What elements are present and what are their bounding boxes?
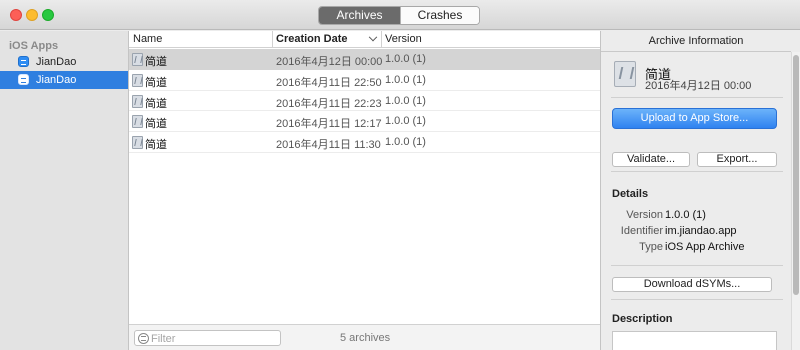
- column-header-creation-date[interactable]: Creation Date: [276, 33, 348, 45]
- archive-count: 5 archives: [340, 332, 391, 344]
- inspector-header: Archive Information: [601, 31, 791, 52]
- archive-version: 1.0.0 (1): [385, 73, 426, 86]
- view-segmented-control: Archives Crashes: [318, 6, 480, 25]
- archive-icon: [132, 136, 143, 150]
- sidebar-item-jiandao-selected[interactable]: JianDao: [0, 71, 128, 89]
- archive-inspector: Archive Information 简道 2016年4月12日 00:00 …: [600, 31, 800, 350]
- archive-icon: [132, 94, 143, 108]
- version-label: Version: [626, 209, 663, 221]
- tab-archives[interactable]: Archives: [319, 7, 400, 24]
- archive-date: 2016年4月11日 12:17: [276, 118, 382, 131]
- description-textarea[interactable]: [612, 331, 777, 350]
- divider: [611, 171, 783, 172]
- archive-icon: [614, 61, 636, 87]
- table-row[interactable]: 简道 2016年4月12日 00:00 1.0.0 (1): [129, 49, 600, 70]
- column-header-name[interactable]: Name: [133, 33, 162, 45]
- description-heading: Description: [612, 313, 673, 325]
- app-icon: [18, 74, 29, 85]
- column-header-version[interactable]: Version: [385, 33, 422, 45]
- table-row[interactable]: 简道 2016年4月11日 22:50 1.0.0 (1): [129, 70, 600, 91]
- sidebar-item-jiandao[interactable]: JianDao: [0, 53, 128, 71]
- archive-date: 2016年4月12日 00:00: [276, 56, 383, 68]
- column-divider[interactable]: [381, 31, 382, 48]
- details-heading: Details: [612, 188, 649, 200]
- filter-icon: [138, 333, 149, 344]
- divider: [611, 265, 783, 266]
- archives-table: Name Creation Date Version 简道 2016年4月12日…: [129, 31, 600, 350]
- scrollbar-thumb[interactable]: [793, 55, 799, 295]
- type-label: Type: [639, 241, 663, 253]
- divider: [611, 97, 783, 98]
- archive-version: 1.0.0 (1): [385, 53, 426, 65]
- archive-icon: [132, 115, 143, 129]
- table-row[interactable]: 简道 2016年4月11日 22:23 1.0.0 (1): [129, 91, 600, 112]
- archive-icon: [132, 53, 143, 66]
- inspector-scrollbar[interactable]: [791, 52, 800, 350]
- archive-date: 2016年4月11日 22:50: [276, 76, 382, 89]
- filter-field[interactable]: [134, 330, 281, 346]
- table-body: 简道 2016年4月12日 00:00 1.0.0 (1) 简道 2016年4月…: [129, 49, 600, 153]
- minimize-window-button[interactable]: [26, 9, 38, 21]
- sidebar: iOS Apps JianDao JianDao: [0, 31, 129, 350]
- column-divider[interactable]: [272, 31, 273, 48]
- inspector-archive-date: 2016年4月12日 00:00: [645, 80, 752, 92]
- archive-version: 1.0.0 (1): [385, 136, 426, 149]
- table-row[interactable]: 简道 2016年4月11日 11:30 1.0.0 (1): [129, 132, 600, 153]
- upload-to-app-store-button[interactable]: Upload to App Store...: [612, 108, 777, 129]
- download-dsyms-button[interactable]: Download dSYMs...: [612, 277, 772, 292]
- table-row[interactable]: 简道 2016年4月11日 12:17 1.0.0 (1): [129, 111, 600, 133]
- sort-descending-icon: [368, 32, 378, 42]
- filter-input[interactable]: [151, 332, 276, 345]
- window-titlebar: Archives Crashes: [0, 0, 800, 30]
- archive-icon: [132, 73, 143, 87]
- sidebar-heading: iOS Apps: [9, 40, 59, 52]
- table-footer: 5 archives: [129, 324, 600, 350]
- validate-button[interactable]: Validate...: [612, 152, 690, 167]
- sidebar-item-label: JianDao: [36, 74, 77, 86]
- archive-name: 简道: [145, 139, 167, 152]
- archive-version: 1.0.0 (1): [385, 94, 426, 107]
- zoom-window-button[interactable]: [42, 9, 54, 21]
- archive-name: 简道: [145, 97, 167, 110]
- tab-crashes[interactable]: Crashes: [400, 7, 479, 24]
- sidebar-item-label: JianDao: [36, 56, 77, 68]
- close-window-button[interactable]: [10, 9, 22, 21]
- archive-name: 简道: [145, 118, 167, 131]
- app-icon: [18, 56, 29, 67]
- divider: [611, 299, 783, 300]
- archive-date: 2016年4月11日 22:23: [276, 97, 382, 110]
- archive-name: 简道: [145, 56, 167, 68]
- version-value: 1.0.0 (1): [665, 209, 706, 221]
- export-button[interactable]: Export...: [697, 152, 777, 167]
- type-value: iOS App Archive: [665, 241, 745, 253]
- table-header: Name Creation Date Version: [129, 31, 600, 48]
- archive-version: 1.0.0 (1): [385, 115, 426, 128]
- archive-date: 2016年4月11日 11:30: [276, 139, 381, 152]
- archive-name: 简道: [145, 76, 167, 89]
- identifier-value: im.jiandao.app: [665, 225, 737, 237]
- identifier-label: Identifier: [620, 225, 663, 237]
